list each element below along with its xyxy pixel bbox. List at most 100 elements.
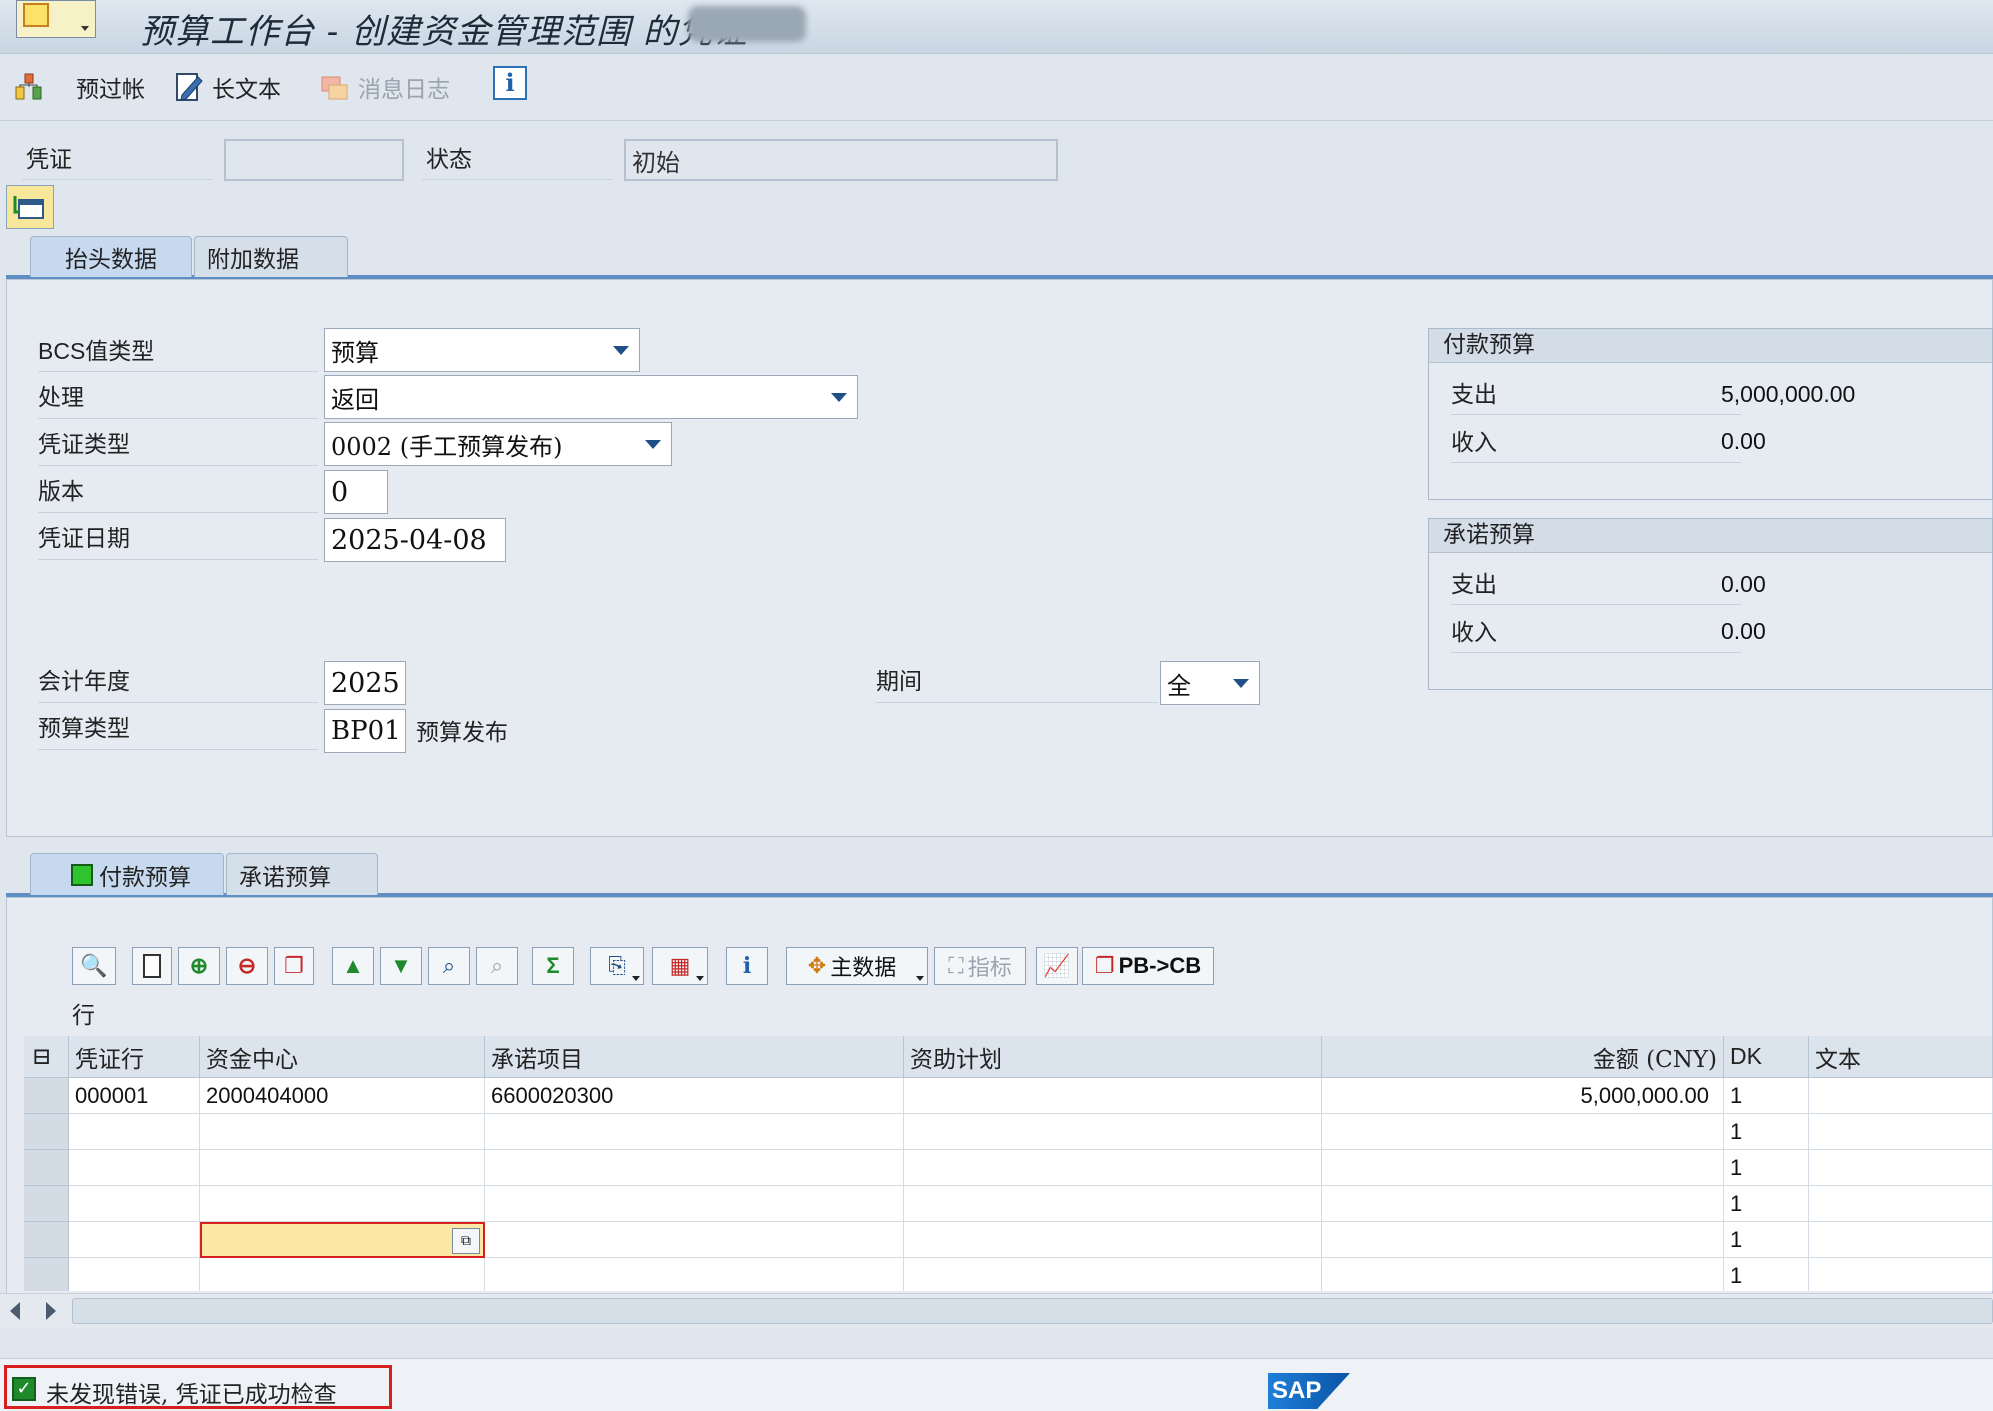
table-cell[interactable] (1322, 1114, 1724, 1150)
find-next-button[interactable]: ⌕ (476, 947, 518, 985)
table-cell[interactable] (1809, 1258, 1993, 1291)
scroll-thumb[interactable] (72, 1298, 1993, 1324)
app-menu-button[interactable] (16, 0, 96, 38)
longtext-button[interactable]: 长文本 (172, 67, 281, 107)
table-cell[interactable]: 5,000,000.00 (1322, 1078, 1724, 1114)
insert-row-icon: ⊕ (189, 953, 209, 978)
table-cell[interactable] (69, 1186, 200, 1222)
column-header[interactable]: DK (1724, 1036, 1809, 1078)
table-cell[interactable] (485, 1186, 904, 1222)
column-header[interactable]: 资金中心 (200, 1036, 485, 1078)
table-cell[interactable]: 6600020300 (485, 1078, 904, 1114)
pb-to-cb-button[interactable]: ❐ PB->CB (1082, 947, 1214, 985)
table-cell[interactable] (1809, 1150, 1993, 1186)
bcs-value-type-select[interactable]: 预算 (324, 328, 640, 372)
document-date-field[interactable]: 2025-04-08 (324, 518, 506, 562)
master-data-button[interactable]: ✥ 主数据 (786, 947, 928, 985)
process-select[interactable]: 返回 (324, 375, 858, 419)
table-cell[interactable]: 2000404000 (200, 1078, 485, 1114)
export-button[interactable]: ⎘ (590, 947, 644, 985)
row-selector[interactable] (24, 1078, 69, 1114)
find-button[interactable]: ⌕ (428, 947, 470, 985)
table-cell[interactable] (69, 1222, 200, 1258)
copy-row-button[interactable]: ❐ (274, 947, 314, 985)
row-selector[interactable] (24, 1258, 69, 1291)
fund-center-input-focused[interactable] (200, 1222, 485, 1258)
table-cell[interactable]: 000001 (69, 1078, 200, 1114)
table-cell[interactable] (1322, 1150, 1724, 1186)
sort-button[interactable]: ▲ (332, 947, 374, 985)
status-bar: ✓ 未发现错误, 凭证已成功检查 SAP (0, 1358, 1993, 1411)
table-cell[interactable] (200, 1150, 485, 1186)
column-header[interactable]: 文本 (1809, 1036, 1993, 1078)
table-cell[interactable] (904, 1186, 1322, 1222)
version-field[interactable]: 0 (324, 470, 388, 514)
table-cell[interactable] (69, 1114, 200, 1150)
period-select[interactable]: 全 (1160, 661, 1260, 705)
tab-header-data[interactable]: 抬头数据 (30, 236, 192, 277)
details-button[interactable]: 🔍 (72, 947, 116, 985)
table-cell[interactable] (1809, 1222, 1993, 1258)
table-settings-button[interactable]: ⊟ (24, 1036, 69, 1078)
table-cell[interactable] (1809, 1114, 1993, 1150)
table-cell[interactable] (1809, 1078, 1993, 1114)
table-cell[interactable] (904, 1114, 1322, 1150)
table-cell[interactable]: 1 (1724, 1258, 1809, 1291)
chart-button[interactable]: 📈 (1036, 947, 1078, 985)
filter-button[interactable]: ▼ (380, 947, 422, 985)
table-cell[interactable] (200, 1114, 485, 1150)
budget-type-field[interactable]: BP01 (324, 709, 406, 753)
table-cell[interactable]: 1 (1724, 1222, 1809, 1258)
tab-commitment-budget[interactable]: 承诺预算 (226, 853, 378, 895)
document-type-select[interactable]: 0002 (手工预算发布) (324, 422, 672, 466)
info-button[interactable]: i (726, 947, 768, 985)
fiscal-year-field[interactable]: 2025 (324, 661, 406, 705)
scroll-right-icon[interactable] (46, 1302, 56, 1320)
delete-row-button[interactable]: ⊖ (226, 947, 268, 985)
table-cell[interactable] (69, 1150, 200, 1186)
row-selector[interactable] (24, 1150, 69, 1186)
indicator-button[interactable]: ⛶ 指标 (934, 947, 1026, 985)
table-cell[interactable] (904, 1222, 1322, 1258)
toggle-header-button[interactable] (6, 185, 54, 229)
row-selector[interactable] (24, 1186, 69, 1222)
status-message[interactable]: 未发现错误, 凭证已成功检查 (46, 1375, 337, 1409)
column-header[interactable]: 资助计划 (904, 1036, 1322, 1078)
table-cell[interactable]: 1 (1724, 1150, 1809, 1186)
table-cell[interactable] (485, 1222, 904, 1258)
value-help-icon[interactable]: ⧉ (452, 1228, 480, 1254)
tab-additional-data[interactable]: 附加数据 (194, 236, 348, 277)
table-cell[interactable] (1322, 1258, 1724, 1291)
table-cell[interactable]: 1 (1724, 1114, 1809, 1150)
table-cell[interactable] (904, 1258, 1322, 1291)
table-cell[interactable] (1322, 1222, 1724, 1258)
layout-button[interactable]: ▦ (652, 947, 708, 985)
table-cell[interactable]: 1 (1724, 1186, 1809, 1222)
row-selector[interactable] (24, 1114, 69, 1150)
row-selector[interactable] (24, 1222, 69, 1258)
column-header[interactable]: 承诺项目 (485, 1036, 904, 1078)
scroll-left-icon[interactable] (10, 1302, 20, 1320)
table-cell[interactable]: 1 (1724, 1078, 1809, 1114)
horizontal-scrollbar[interactable] (0, 1293, 1993, 1329)
info-icon[interactable]: i (493, 66, 527, 100)
table-cell[interactable] (485, 1150, 904, 1186)
column-header[interactable]: 凭证行 (69, 1036, 200, 1078)
table-cell[interactable] (1809, 1186, 1993, 1222)
table-cell[interactable] (485, 1114, 904, 1150)
sum-button[interactable]: Σ (532, 947, 574, 985)
document-label: 凭证 (22, 142, 212, 180)
table-cell[interactable] (200, 1258, 485, 1291)
table-cell[interactable] (485, 1258, 904, 1291)
table-cell[interactable] (200, 1186, 485, 1222)
table-cell[interactable] (69, 1258, 200, 1291)
tab-payment-budget[interactable]: 付款预算 (30, 853, 224, 895)
insert-row-button[interactable]: ⊕ (178, 947, 220, 985)
column-header[interactable]: 金额 (CNY) (1322, 1036, 1724, 1078)
prepost-button[interactable]: 预过帐 (12, 67, 145, 107)
table-cell[interactable] (904, 1078, 1322, 1114)
new-row-button[interactable] (132, 947, 172, 985)
message-log-button[interactable]: 消息日志 (318, 67, 450, 107)
table-cell[interactable] (1322, 1186, 1724, 1222)
table-cell[interactable] (904, 1150, 1322, 1186)
